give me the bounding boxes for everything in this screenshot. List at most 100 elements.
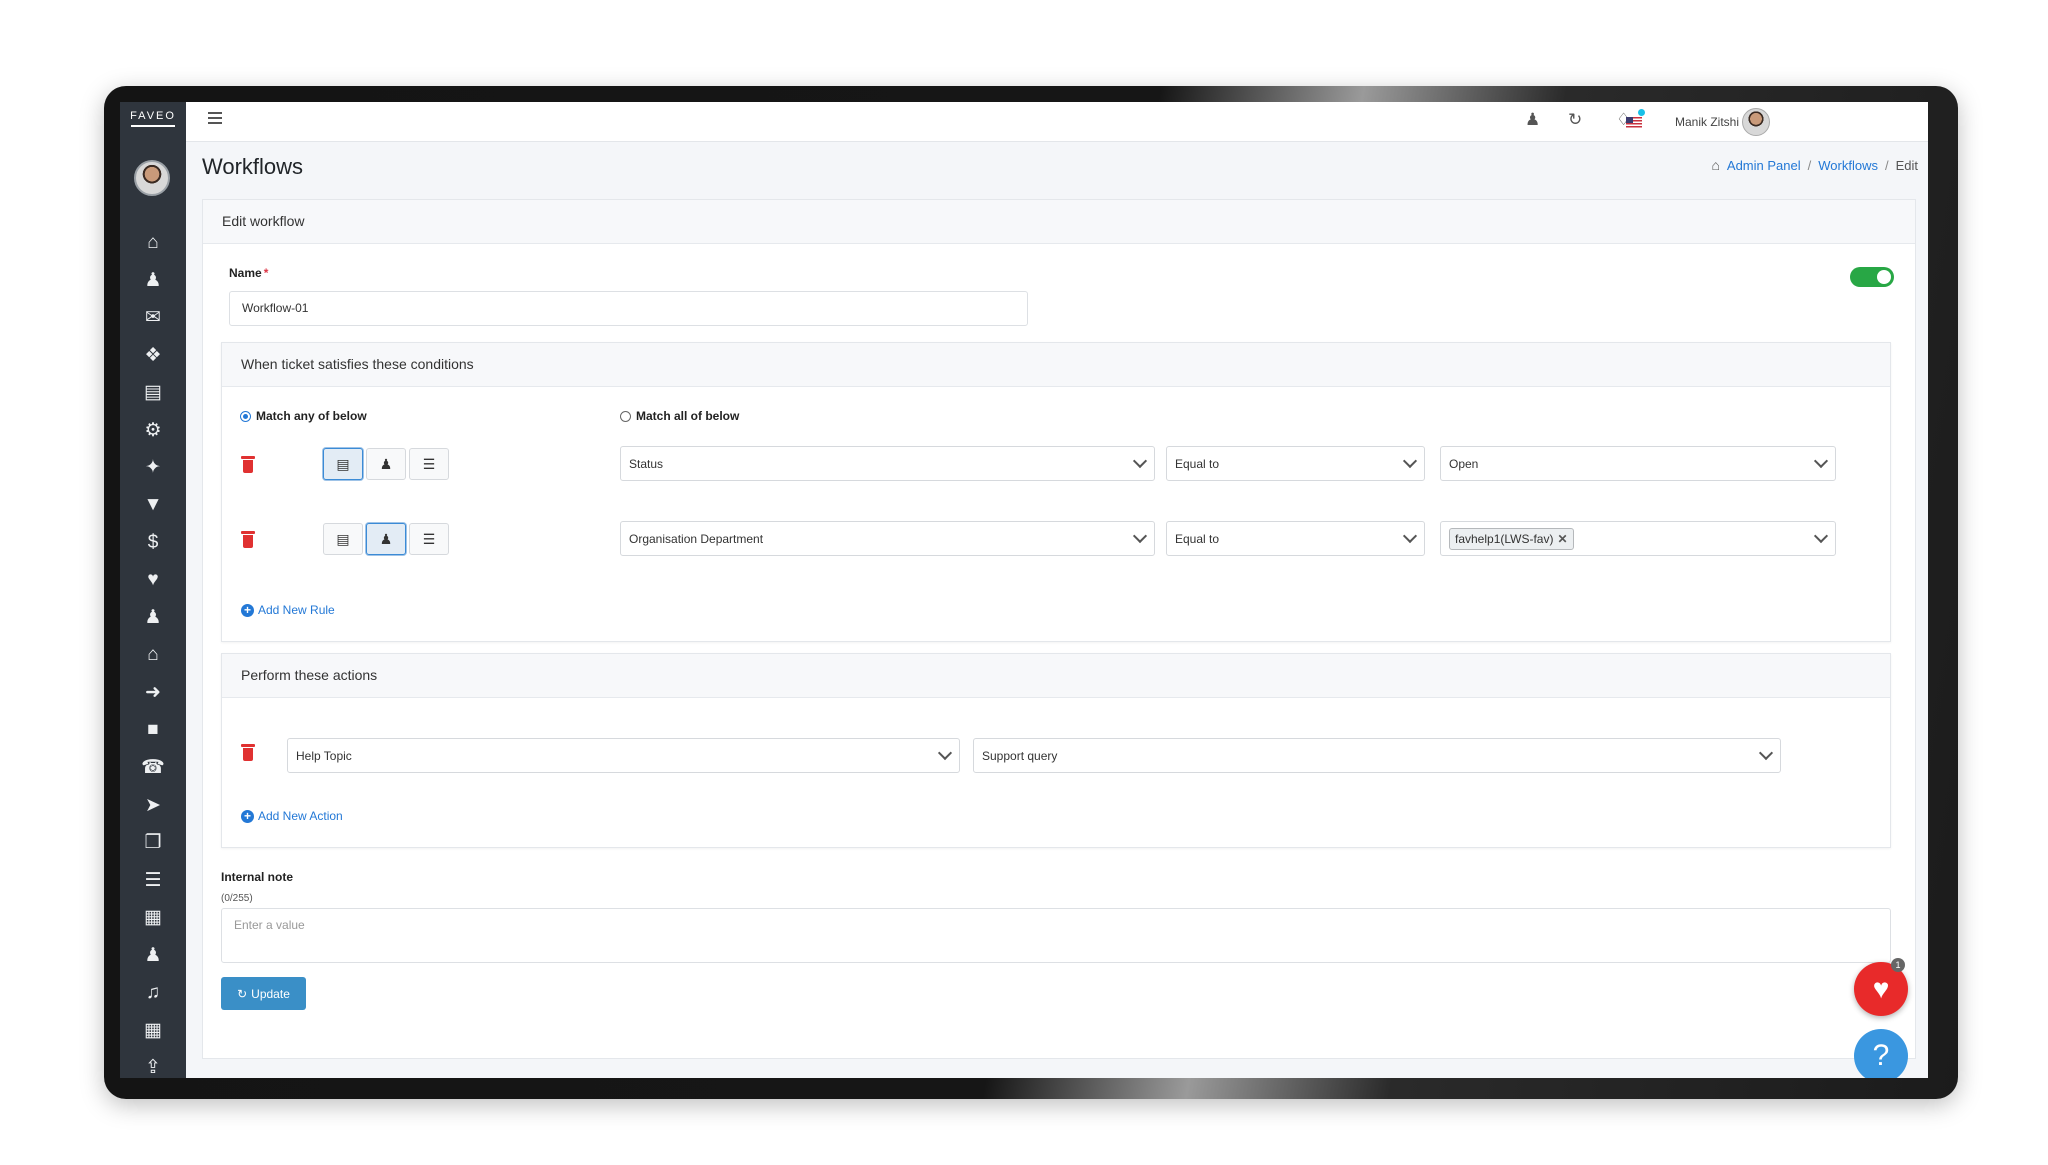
plus-circle-icon: + xyxy=(241,810,254,823)
home-icon: ⌂ xyxy=(1711,157,1719,173)
add-rule-label: Add New Rule xyxy=(258,603,335,617)
chevron-down-icon xyxy=(1133,529,1147,543)
chip-label: favhelp1(LWS-fav) xyxy=(1455,532,1553,546)
barcode-icon[interactable]: ☰ xyxy=(120,862,186,900)
gear-icon[interactable]: ⚙ xyxy=(120,412,186,450)
ticket-field-button[interactable]: ▤ xyxy=(323,448,363,480)
refresh-icon: ↻ xyxy=(237,987,247,1001)
remove-chip-icon[interactable]: ✕ xyxy=(1557,532,1567,546)
required-mark: * xyxy=(264,266,269,280)
org-field-button[interactable]: ☰ xyxy=(409,523,449,555)
workflow-status-toggle[interactable] xyxy=(1850,267,1894,287)
sidebar-avatar[interactable] xyxy=(134,160,170,196)
help-button[interactable]: ? xyxy=(1854,1029,1908,1078)
action-field-select[interactable]: Help Topic xyxy=(287,738,960,773)
upload-icon[interactable]: ⇪ xyxy=(120,1049,186,1078)
name-input[interactable]: Workflow-01 xyxy=(229,291,1028,326)
delete-rule-icon[interactable] xyxy=(241,531,255,548)
rule-operator-value: Equal to xyxy=(1175,457,1219,471)
us-flag-icon[interactable] xyxy=(1626,117,1642,128)
industry-icon[interactable]: ■ xyxy=(120,712,186,750)
refresh-icon[interactable]: ↻ xyxy=(1568,110,1582,130)
volume-icon[interactable]: ♫ xyxy=(120,974,186,1012)
logo-text: FAVEO xyxy=(130,110,176,122)
rule-field-value: Status xyxy=(629,457,663,471)
heartbeat-icon: ♥ xyxy=(1873,973,1890,1005)
rule-value-select[interactable]: Open xyxy=(1440,446,1836,481)
notification-dot xyxy=(1638,109,1645,116)
org-field-button[interactable]: ☰ xyxy=(409,448,449,480)
phone-icon[interactable]: ☎ xyxy=(120,749,186,787)
action-value: Support query xyxy=(982,749,1057,763)
hamburger-menu-icon[interactable] xyxy=(208,112,222,126)
chevron-down-icon xyxy=(1759,746,1773,760)
toggle-knob xyxy=(1877,270,1891,284)
rule-field-select[interactable]: Organisation Department xyxy=(620,521,1155,556)
rule-type-group: ▤ ♟ ☰ xyxy=(323,523,449,555)
name-label: Name* xyxy=(229,266,268,280)
chevron-down-icon xyxy=(1403,529,1417,543)
copy-icon[interactable]: ❐ xyxy=(120,824,186,862)
paper-plane-icon[interactable]: ➤ xyxy=(120,787,186,825)
match-all-option[interactable]: Match all of below xyxy=(620,409,739,423)
internal-note-label: Internal note xyxy=(221,870,293,884)
heartbeat-icon[interactable]: ♥ xyxy=(120,562,186,600)
user-icon[interactable]: ♟ xyxy=(120,599,186,637)
briefcase-icon[interactable]: ▦ xyxy=(120,899,186,937)
rule-operator-select[interactable]: Equal to xyxy=(1166,521,1425,556)
home-icon[interactable]: ⌂ xyxy=(120,224,186,262)
update-button[interactable]: ↻ Update xyxy=(221,977,306,1010)
breadcrumb-workflows[interactable]: Workflows xyxy=(1818,158,1878,173)
user-icon[interactable]: ♟ xyxy=(1525,110,1540,130)
mail-icon[interactable]: ✉ xyxy=(120,299,186,337)
cubes-icon[interactable]: ❖ xyxy=(120,337,186,375)
match-any-radio[interactable] xyxy=(240,411,251,422)
breadcrumb-separator: / xyxy=(1808,158,1812,173)
chevron-down-icon xyxy=(938,746,952,760)
ticket-field-button[interactable]: ▤ xyxy=(323,523,363,555)
user-icon: ♟ xyxy=(380,456,393,473)
question-icon: ? xyxy=(1873,1039,1890,1073)
chevron-down-icon xyxy=(1403,454,1417,468)
sidebar-nav: ⌂ ♟ ✉ ❖ ▤ ⚙ ✦ ▼ $ ♥ ♟ ⌂ ➜ ■ ☎ ➤ ❐ ☰ ▦ ♟ … xyxy=(120,224,186,1078)
character-counter: (0/255) xyxy=(221,893,253,904)
home-icon[interactable]: ⌂ xyxy=(120,637,186,675)
dollar-icon[interactable]: $ xyxy=(120,524,186,562)
add-new-rule-link[interactable]: + Add New Rule xyxy=(241,603,335,617)
action-value-select[interactable]: Support query xyxy=(973,738,1781,773)
actions-panel: Perform these actions Help Topic Support… xyxy=(221,653,1891,848)
faveo-logo[interactable]: FAVEO xyxy=(120,102,186,142)
qrcode-icon[interactable]: ▦ xyxy=(120,1012,186,1050)
puzzle-icon[interactable]: ✦ xyxy=(120,449,186,487)
match-all-radio[interactable] xyxy=(620,411,631,422)
bell-icon[interactable]: ▼ xyxy=(120,487,186,525)
user-avatar[interactable] xyxy=(1742,108,1770,136)
rule-field-select[interactable]: Status xyxy=(620,446,1155,481)
add-action-label: Add New Action xyxy=(258,809,343,823)
sidebar: FAVEO ⌂ ♟ ✉ ❖ ▤ ⚙ ✦ ▼ $ ♥ ♟ ⌂ ➜ ■ ☎ ➤ ❐ … xyxy=(120,102,186,1078)
add-new-action-link[interactable]: + Add New Action xyxy=(241,809,343,823)
server-icon: ☰ xyxy=(423,531,436,548)
delete-rule-icon[interactable] xyxy=(241,456,255,473)
logo-underline xyxy=(131,125,175,127)
update-label: Update xyxy=(251,987,290,1001)
rule-value-select[interactable]: favhelp1(LWS-fav) ✕ xyxy=(1440,521,1836,556)
breadcrumb-current: Edit xyxy=(1896,158,1918,173)
internal-note-input[interactable]: Enter a value xyxy=(221,908,1891,963)
rule-operator-select[interactable]: Equal to xyxy=(1166,446,1425,481)
card-title: Edit workflow xyxy=(203,200,1915,244)
ticket-icon: ▤ xyxy=(336,531,349,548)
sign-out-icon[interactable]: ➜ xyxy=(120,674,186,712)
breadcrumb-admin-panel[interactable]: Admin Panel xyxy=(1727,158,1801,173)
users-icon[interactable]: ♟ xyxy=(120,937,186,975)
conditions-title: When ticket satisfies these conditions xyxy=(222,343,1890,387)
user-field-button[interactable]: ♟ xyxy=(366,448,406,480)
delete-action-icon[interactable] xyxy=(241,744,255,761)
ticket-icon[interactable]: ▤ xyxy=(120,374,186,412)
match-any-option[interactable]: Match any of below xyxy=(240,409,367,423)
app-screen: FAVEO ⌂ ♟ ✉ ❖ ▤ ⚙ ✦ ▼ $ ♥ ♟ ⌂ ➜ ■ ☎ ➤ ❐ … xyxy=(120,102,1928,1078)
users-icon[interactable]: ♟ xyxy=(120,262,186,300)
rule-field-value: Organisation Department xyxy=(629,532,763,546)
user-field-button[interactable]: ♟ xyxy=(366,523,406,555)
user-name[interactable]: Manik Zitshi xyxy=(1675,115,1739,129)
